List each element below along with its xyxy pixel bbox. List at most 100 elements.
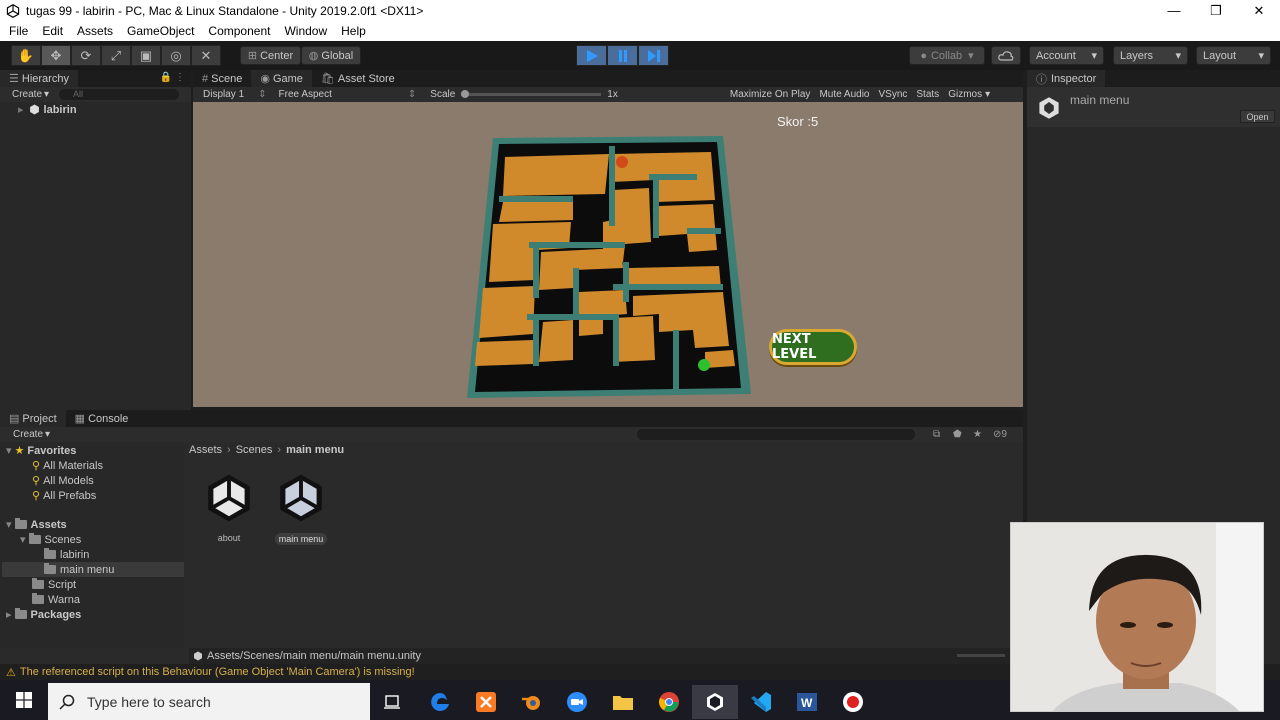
space-global-toggle[interactable]: ◍ Global bbox=[301, 46, 361, 65]
transform-tool-icon[interactable]: ◎ bbox=[161, 45, 191, 66]
close-button[interactable]: ✕ bbox=[1237, 0, 1280, 21]
rect-tool-icon[interactable]: ▣ bbox=[131, 45, 161, 66]
hierarchy-search-input[interactable]: All bbox=[59, 89, 180, 100]
gizmos-dropdown[interactable]: Gizmos bbox=[948, 89, 982, 100]
mute-audio-toggle[interactable]: Mute Audio bbox=[819, 89, 869, 100]
packages-folder-row[interactable]: ▸ Packages bbox=[6, 607, 81, 622]
account-dropdown[interactable]: Account ▾ bbox=[1029, 46, 1104, 65]
unity-taskbar-button[interactable] bbox=[692, 685, 738, 719]
file-explorer-taskbar-button[interactable] bbox=[600, 685, 646, 719]
game-tab-label: Game bbox=[272, 72, 303, 85]
layers-dropdown[interactable]: Layers ▾ bbox=[1113, 46, 1188, 65]
menu-gameobject[interactable]: GameObject bbox=[120, 24, 201, 38]
scene-folder-row-selected[interactable]: main menu bbox=[2, 562, 184, 577]
pause-icon bbox=[618, 49, 627, 62]
menu-window[interactable]: Window bbox=[277, 24, 334, 38]
breadcrumb-item[interactable]: Scenes bbox=[236, 444, 273, 456]
tab-game[interactable]: ◉ Game bbox=[251, 70, 312, 87]
hidden-packages-icon[interactable]: ⊘9 bbox=[993, 429, 1007, 440]
asset-tile-main-menu[interactable]: main menu bbox=[266, 472, 336, 546]
menu-edit[interactable]: Edit bbox=[35, 24, 70, 38]
favorite-label: All Models bbox=[43, 474, 94, 487]
custom-tool-icon[interactable]: ✕ bbox=[191, 45, 221, 66]
folder-icon bbox=[14, 608, 27, 619]
menu-help[interactable]: Help bbox=[334, 24, 373, 38]
maximize-button[interactable]: ❐ bbox=[1194, 0, 1238, 21]
icon-size-slider[interactable] bbox=[957, 654, 1005, 657]
task-view-button[interactable] bbox=[369, 685, 415, 719]
play-button[interactable] bbox=[576, 45, 607, 66]
filter-type-icon[interactable]: ⧉ bbox=[933, 429, 940, 440]
tab-console[interactable]: ▦ Console bbox=[66, 410, 138, 427]
tab-asset-store[interactable]: 🛍 Asset Store bbox=[312, 70, 404, 87]
move-tool-icon[interactable]: ✥ bbox=[41, 45, 71, 66]
maximize-on-play-toggle[interactable]: Maximize On Play bbox=[730, 89, 811, 100]
panel-menu-icon[interactable]: 🔒 ⋮ bbox=[160, 72, 185, 83]
star-filter-icon[interactable]: ★ bbox=[973, 429, 982, 440]
zoom-taskbar-button[interactable] bbox=[554, 685, 600, 719]
menu-component[interactable]: Component bbox=[201, 24, 277, 38]
unity-scene-icon bbox=[29, 104, 39, 115]
favorite-item[interactable]: ⚲ All Prefabs bbox=[32, 488, 96, 503]
hierarchy-create-button[interactable]: Create bbox=[12, 89, 42, 100]
asset-tile-about[interactable]: about bbox=[200, 472, 258, 546]
star-icon: ★ bbox=[14, 445, 25, 457]
pivot-center-toggle[interactable]: ⊞ Center bbox=[240, 46, 301, 65]
scene-folder-row[interactable]: labirin bbox=[44, 547, 89, 562]
inspector-tab-label: Inspector bbox=[1051, 72, 1097, 85]
edge-taskbar-button[interactable] bbox=[417, 685, 463, 719]
favorite-item[interactable]: ⚲ All Materials bbox=[32, 458, 103, 473]
recorder-taskbar-button[interactable] bbox=[830, 685, 876, 719]
game-view[interactable]: Skor :5 NEXT LEVEL bbox=[193, 102, 1023, 407]
next-level-button[interactable]: NEXT LEVEL bbox=[769, 329, 857, 365]
collab-button[interactable]: ● Collab ▾ bbox=[909, 46, 985, 65]
start-button[interactable] bbox=[0, 680, 48, 720]
rotate-tool-icon[interactable]: ⟳ bbox=[71, 45, 101, 66]
scale-slider[interactable] bbox=[461, 90, 602, 98]
favorite-item[interactable]: ⚲ All Models bbox=[32, 473, 94, 488]
tab-inspector[interactable]: ⓘ Inspector bbox=[1027, 70, 1106, 87]
vsync-toggle[interactable]: VSync bbox=[878, 89, 907, 100]
pivot-label: Center bbox=[260, 49, 294, 62]
filter-label-icon[interactable]: ⬟ bbox=[953, 429, 962, 440]
assets-folder-row[interactable]: ▾ Assets bbox=[6, 517, 67, 532]
script-folder-row[interactable]: Script bbox=[32, 577, 76, 592]
console-tab-label: Console bbox=[88, 412, 129, 425]
window-title: tugas 99 - labirin - PC, Mac & Linux Sta… bbox=[26, 3, 424, 18]
folder-label: Warna bbox=[48, 593, 80, 606]
vscode-taskbar-button[interactable] bbox=[738, 685, 784, 719]
step-button[interactable] bbox=[638, 45, 669, 66]
cloud-button[interactable] bbox=[991, 46, 1021, 65]
scenes-folder-row[interactable]: ▾ Scenes bbox=[20, 532, 81, 547]
aspect-dropdown[interactable]: Free Aspect bbox=[279, 89, 332, 100]
tab-project[interactable]: ▤ Project bbox=[0, 410, 66, 427]
project-create-button[interactable]: Create bbox=[13, 429, 43, 440]
zoom-icon bbox=[567, 692, 587, 712]
minimize-button[interactable]: — bbox=[1152, 0, 1196, 21]
project-search-input[interactable] bbox=[637, 429, 915, 440]
tab-hierarchy[interactable]: ☰ Hierarchy bbox=[0, 70, 78, 87]
layout-dropdown[interactable]: Layout ▾ bbox=[1196, 46, 1271, 65]
menu-assets[interactable]: Assets bbox=[70, 24, 120, 38]
chrome-taskbar-button[interactable] bbox=[646, 685, 692, 719]
display-dropdown[interactable]: Display 1 bbox=[203, 89, 244, 100]
hand-tool-icon[interactable]: ✋ bbox=[11, 45, 41, 66]
pause-button[interactable] bbox=[607, 45, 638, 66]
window-titlebar: tugas 99 - labirin - PC, Mac & Linux Sta… bbox=[0, 0, 1280, 21]
xampp-taskbar-button[interactable] bbox=[463, 685, 509, 719]
breadcrumb-item-current[interactable]: main menu bbox=[286, 444, 344, 456]
folder-icon bbox=[44, 563, 56, 574]
hierarchy-scene-row[interactable]: ▸ labirin bbox=[18, 102, 77, 117]
word-taskbar-button[interactable]: W bbox=[784, 685, 830, 719]
folder-icon bbox=[32, 593, 44, 604]
inspector-open-button[interactable]: Open bbox=[1240, 110, 1275, 123]
breadcrumb-item[interactable]: Assets bbox=[189, 444, 222, 456]
menu-file[interactable]: File bbox=[0, 24, 35, 38]
tab-scene[interactable]: # Scene bbox=[193, 70, 251, 87]
favorites-row[interactable]: ▾ ★ Favorites bbox=[6, 443, 76, 458]
blender-taskbar-button[interactable] bbox=[508, 685, 554, 719]
stats-toggle[interactable]: Stats bbox=[916, 89, 939, 100]
taskbar-search-input[interactable]: Type here to search bbox=[48, 683, 370, 720]
scale-tool-icon[interactable]: ⤢ bbox=[101, 45, 131, 66]
warna-folder-row[interactable]: Warna bbox=[32, 592, 80, 607]
